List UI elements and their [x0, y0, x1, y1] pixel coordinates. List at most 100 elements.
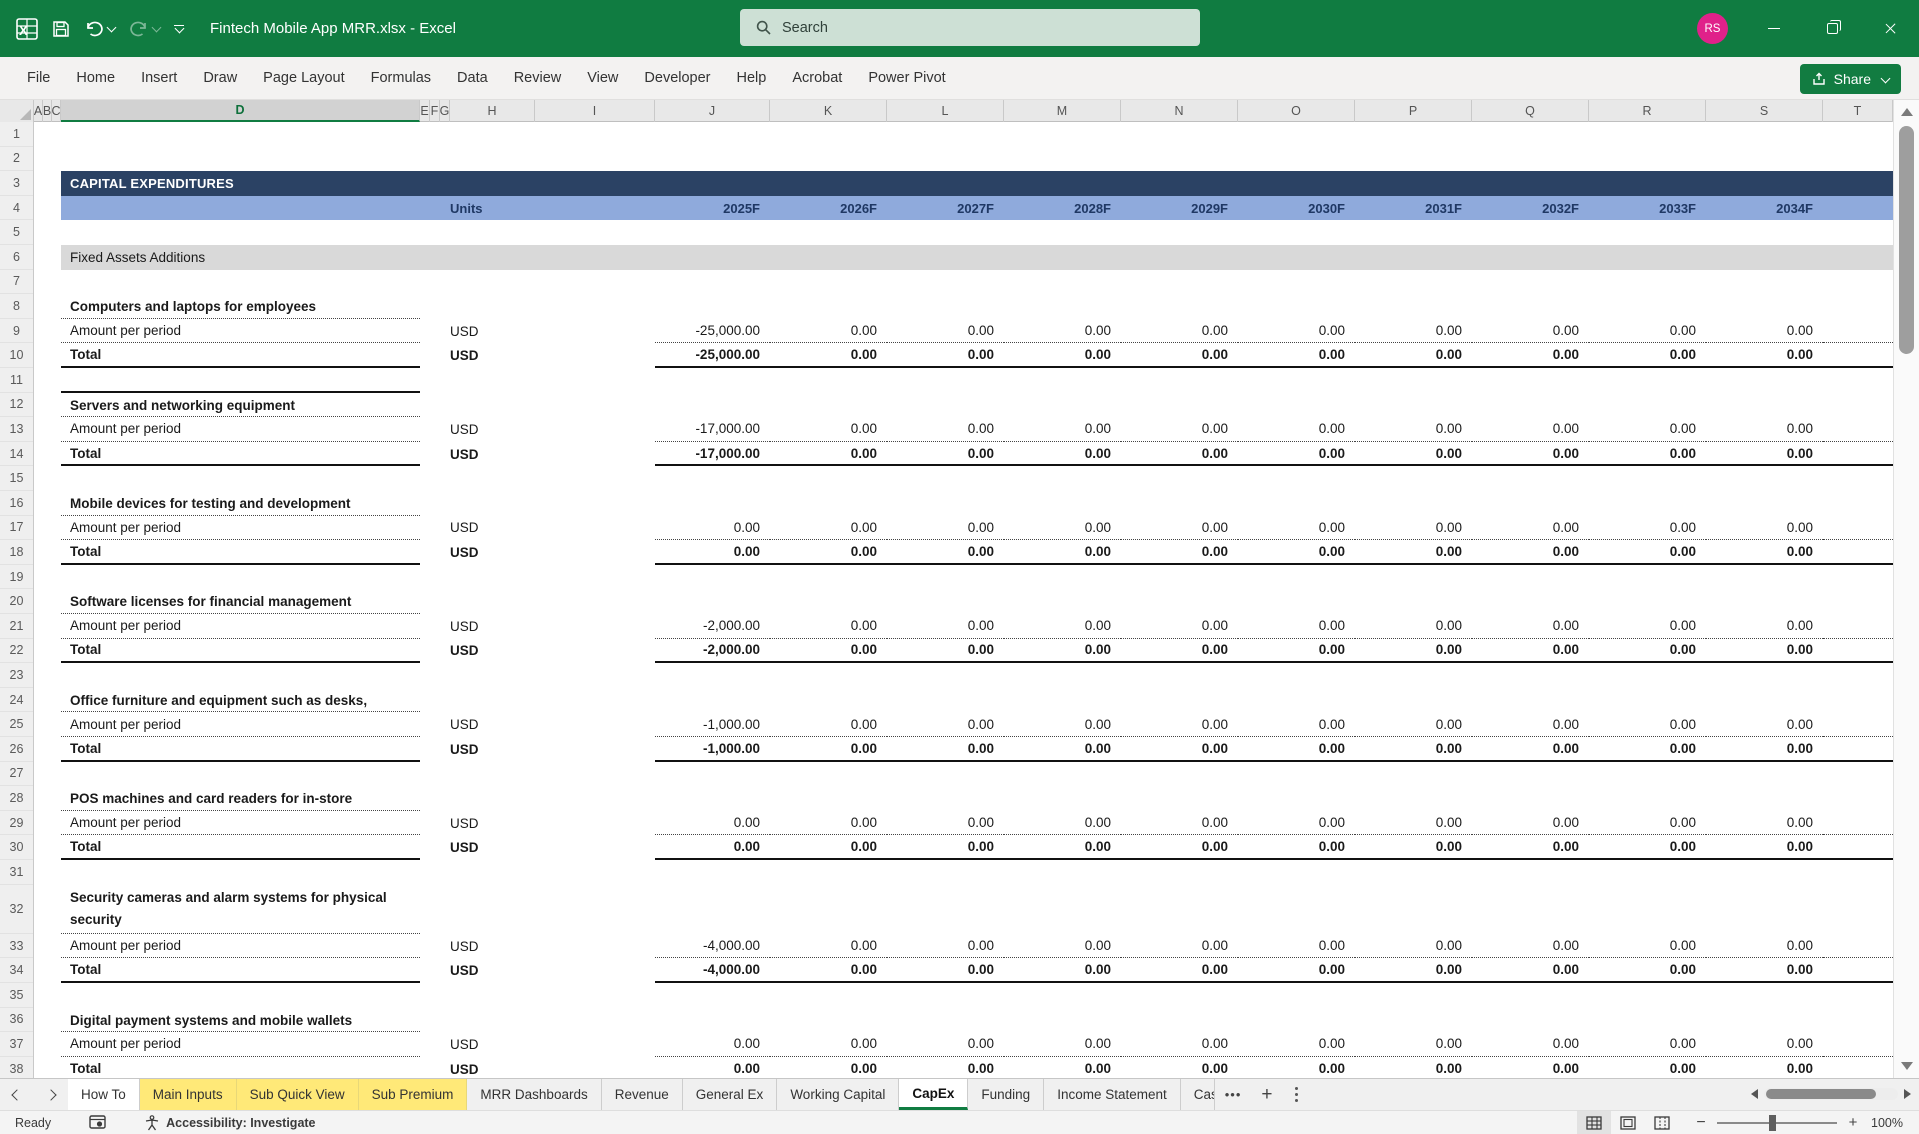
cell-total-value-year-6[interactable]: 0.00 [1238, 958, 1355, 983]
row-header-27[interactable]: 27 [0, 762, 33, 787]
cell-year-2034F[interactable]: 2034F [1706, 196, 1823, 221]
row-header-37[interactable]: 37 [0, 1032, 33, 1057]
cell-total-trailing[interactable] [1823, 343, 1893, 368]
cell-total-value-year-4[interactable]: 0.00 [1004, 442, 1121, 467]
cell-total-value-year-2[interactable]: 0.00 [770, 835, 887, 860]
cell-section-title[interactable]: Servers and networking equipment [61, 393, 420, 418]
cell-year-2031F[interactable]: 2031F [1355, 196, 1472, 221]
cell-value-year-6[interactable]: 0.00 [1238, 614, 1355, 639]
cell-amount-label[interactable]: Amount per period [61, 934, 420, 959]
zoom-percentage[interactable]: 100% [1861, 1116, 1913, 1130]
cell-total-value-year-4[interactable]: 0.00 [1004, 737, 1121, 762]
cell-unit-usd[interactable]: USD [450, 958, 535, 983]
cell-value-trailing[interactable] [1823, 1032, 1893, 1057]
cell-value-trailing[interactable] [1823, 516, 1893, 541]
cell-total-value-year-6[interactable]: 0.00 [1238, 737, 1355, 762]
cell-value-year-4[interactable]: 0.00 [1004, 614, 1121, 639]
cell-total-value-year-1[interactable]: -25,000.00 [655, 343, 770, 368]
cell-value-year-1[interactable]: -2,000.00 [655, 614, 770, 639]
cell-value-year-7[interactable]: 0.00 [1355, 1032, 1472, 1057]
cell-total-value-year-7[interactable]: 0.00 [1355, 958, 1472, 983]
cell-unit-usd[interactable]: USD [450, 934, 535, 959]
cell-unit-usd[interactable]: USD [450, 516, 535, 541]
cell-value-year-3[interactable]: 0.00 [887, 712, 1004, 737]
cell-value-year-9[interactable]: 0.00 [1589, 417, 1706, 442]
column-header-N[interactable]: N [1121, 100, 1238, 122]
cell-value-year-6[interactable]: 0.00 [1238, 319, 1355, 344]
column-header-F[interactable]: F [430, 100, 440, 122]
sheet-nav-left-button[interactable] [0, 1079, 34, 1110]
row-header-32[interactable]: 32 [0, 885, 33, 934]
cell-total-value-year-1[interactable]: -1,000.00 [655, 737, 770, 762]
capex-section-header-cell[interactable]: CAPITAL EXPENDITURES [61, 171, 1893, 196]
cell-value-year-9[interactable]: 0.00 [1589, 1032, 1706, 1057]
cell-total-value-year-4[interactable]: 0.00 [1004, 1057, 1121, 1078]
column-header-R[interactable]: R [1589, 100, 1706, 122]
page-break-view-button[interactable] [1645, 1111, 1679, 1134]
cell-value-year-7[interactable]: 0.00 [1355, 417, 1472, 442]
cell-unit-usd[interactable]: USD [450, 442, 535, 467]
cell-value-trailing[interactable] [1823, 417, 1893, 442]
cell-value-year-8[interactable]: 0.00 [1472, 614, 1589, 639]
ribbon-tab-file[interactable]: File [14, 57, 63, 99]
cell-total-value-year-5[interactable]: 0.00 [1121, 958, 1238, 983]
cell-value-year-3[interactable]: 0.00 [887, 811, 1004, 836]
ribbon-tab-power-pivot[interactable]: Power Pivot [855, 57, 958, 99]
scroll-down-arrow-icon[interactable] [1901, 1062, 1913, 1070]
cell-total-label[interactable]: Total [61, 540, 420, 565]
cell-value-year-1[interactable]: -1,000.00 [655, 712, 770, 737]
cell-value-year-5[interactable]: 0.00 [1121, 811, 1238, 836]
cell-total-value-year-1[interactable]: -17,000.00 [655, 442, 770, 467]
horizontal-scrollbar[interactable] [1751, 1083, 1911, 1105]
row-header-11[interactable]: 11 [0, 368, 33, 393]
cell-value-year-3[interactable]: 0.00 [887, 934, 1004, 959]
cell-value-year-8[interactable]: 0.00 [1472, 417, 1589, 442]
row-header-8[interactable]: 8 [0, 294, 33, 319]
cell-total-value-year-10[interactable]: 0.00 [1706, 639, 1823, 664]
cell-units-label[interactable]: Units [450, 196, 535, 221]
cell-value-year-6[interactable]: 0.00 [1238, 516, 1355, 541]
cell-total-value-year-9[interactable]: 0.00 [1589, 737, 1706, 762]
ribbon-tab-data[interactable]: Data [444, 57, 501, 99]
sheet-tab-sub-premium[interactable]: Sub Premium [358, 1079, 468, 1110]
ribbon-tab-acrobat[interactable]: Acrobat [779, 57, 855, 99]
row-header-3[interactable]: 3 [0, 171, 33, 196]
cell-value-year-6[interactable]: 0.00 [1238, 811, 1355, 836]
cell-section-title[interactable]: POS machines and card readers for in-sto… [61, 786, 420, 811]
cell-value-year-1[interactable]: 0.00 [655, 1032, 770, 1057]
row-header-36[interactable]: 36 [0, 1008, 33, 1033]
cell-value-year-8[interactable]: 0.00 [1472, 934, 1589, 959]
cell-amount-label[interactable]: Amount per period [61, 811, 420, 836]
cell-total-label[interactable]: Total [61, 343, 420, 368]
cell-value-year-5[interactable]: 0.00 [1121, 712, 1238, 737]
cell-value-year-3[interactable]: 0.00 [887, 1032, 1004, 1057]
select-all-corner[interactable] [0, 100, 34, 122]
cell-value-trailing[interactable] [1823, 934, 1893, 959]
ribbon-tab-draw[interactable]: Draw [190, 57, 250, 99]
cell-value-year-6[interactable]: 0.00 [1238, 417, 1355, 442]
cell-unit-usd[interactable]: USD [450, 319, 535, 344]
row-header-24[interactable]: 24 [0, 688, 33, 713]
cell-year-2028F[interactable]: 2028F [1004, 196, 1121, 221]
cell-total-trailing[interactable] [1823, 639, 1893, 664]
cell-value-year-4[interactable]: 0.00 [1004, 319, 1121, 344]
cell-total-value-year-8[interactable]: 0.00 [1472, 737, 1589, 762]
cell-total-value-year-5[interactable]: 0.00 [1121, 540, 1238, 565]
cell-total-value-year-2[interactable]: 0.00 [770, 737, 887, 762]
cell-value-year-7[interactable]: 0.00 [1355, 712, 1472, 737]
row-header-38[interactable]: 38 [0, 1057, 33, 1078]
cell-value-year-6[interactable]: 0.00 [1238, 1032, 1355, 1057]
cell-amount-label[interactable]: Amount per period [61, 516, 420, 541]
cell-total-value-year-8[interactable]: 0.00 [1472, 442, 1589, 467]
column-header-C[interactable]: C [52, 100, 61, 122]
cell-value-year-7[interactable]: 0.00 [1355, 934, 1472, 959]
cell-total-label[interactable]: Total [61, 639, 420, 664]
cell-unit-usd[interactable]: USD [450, 639, 535, 664]
cell-value-year-10[interactable]: 0.00 [1706, 319, 1823, 344]
cell-value-trailing[interactable] [1823, 811, 1893, 836]
cell-value-year-2[interactable]: 0.00 [770, 712, 887, 737]
cell-value-year-10[interactable]: 0.00 [1706, 614, 1823, 639]
restore-button[interactable] [1803, 0, 1861, 57]
cell-total-label[interactable]: Total [61, 737, 420, 762]
cell-total-value-year-5[interactable]: 0.00 [1121, 1057, 1238, 1078]
